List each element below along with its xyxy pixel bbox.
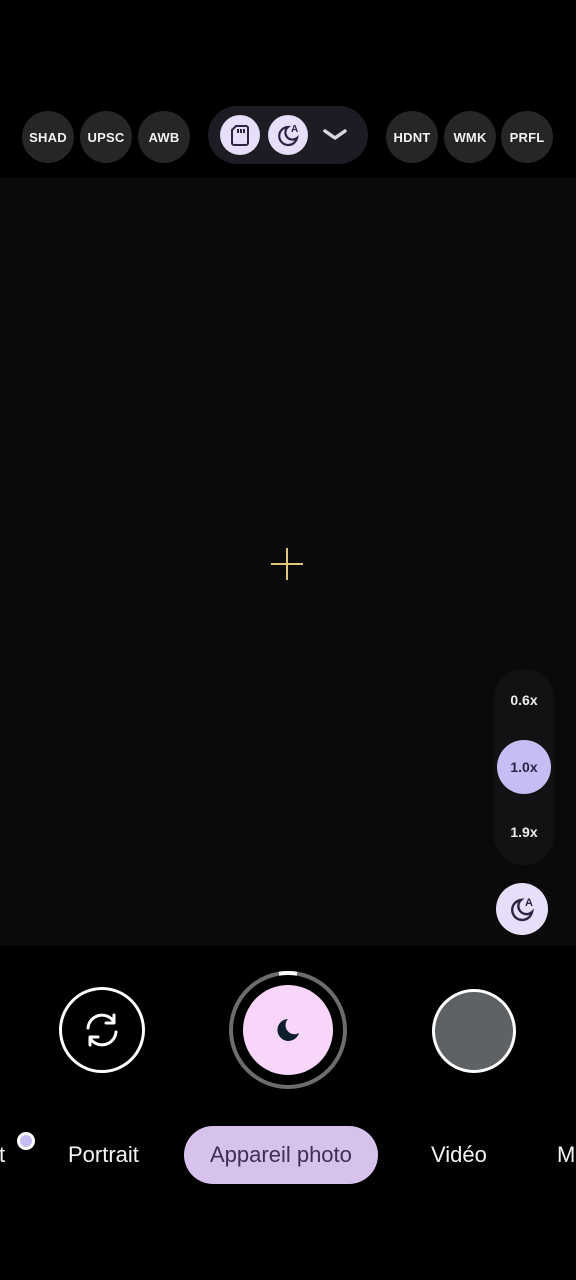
settings-pill: A — [208, 106, 368, 164]
mode-selector: t Portrait Appareil photo Vidéo M — [0, 1126, 576, 1186]
mode-photo[interactable]: Appareil photo — [184, 1126, 378, 1184]
zoom-option-0-6x[interactable]: 0.6x — [497, 673, 551, 727]
night-auto-icon: A — [511, 897, 534, 922]
zoom-option-1-9x[interactable]: 1.9x — [497, 805, 551, 859]
shad-button[interactable]: SHAD — [22, 111, 74, 163]
night-sight-auto-button[interactable]: A — [496, 883, 548, 935]
awb-button[interactable]: AWB — [138, 111, 190, 163]
mode-partial-right[interactable]: M — [557, 1126, 575, 1184]
gallery-thumbnail[interactable] — [432, 989, 516, 1073]
shutter-button[interactable] — [243, 985, 333, 1075]
zoom-selector: 0.6x 1.0x 1.9x — [494, 669, 554, 865]
focus-indicator-icon — [271, 548, 303, 580]
quick-settings-bar: SHAD UPSC AWB A HDNT WMK PRFL — [0, 100, 576, 174]
prfl-button[interactable]: PRFL — [501, 111, 553, 163]
hdnt-button[interactable]: HDNT — [386, 111, 438, 163]
upsc-button[interactable]: UPSC — [80, 111, 132, 163]
zoom-option-1-0x[interactable]: 1.0x — [497, 740, 551, 794]
svg-text:A: A — [291, 124, 298, 135]
moon-icon — [277, 1019, 299, 1041]
wmk-button[interactable]: WMK — [444, 111, 496, 163]
sd-card-icon[interactable] — [220, 115, 260, 155]
mode-portrait[interactable]: Portrait — [68, 1126, 139, 1184]
camera-screen: SHAD UPSC AWB A HDNT WMK PRFL 0.6x 1.0x … — [0, 0, 576, 1280]
switch-camera-button[interactable] — [59, 987, 145, 1073]
mode-partial-left[interactable]: t — [0, 1126, 5, 1184]
svg-text:A: A — [525, 897, 533, 909]
mode-video[interactable]: Vidéo — [431, 1126, 487, 1184]
night-auto-icon[interactable]: A — [268, 115, 308, 155]
switch-camera-icon — [86, 1013, 118, 1047]
chevron-down-icon[interactable] — [320, 121, 350, 149]
